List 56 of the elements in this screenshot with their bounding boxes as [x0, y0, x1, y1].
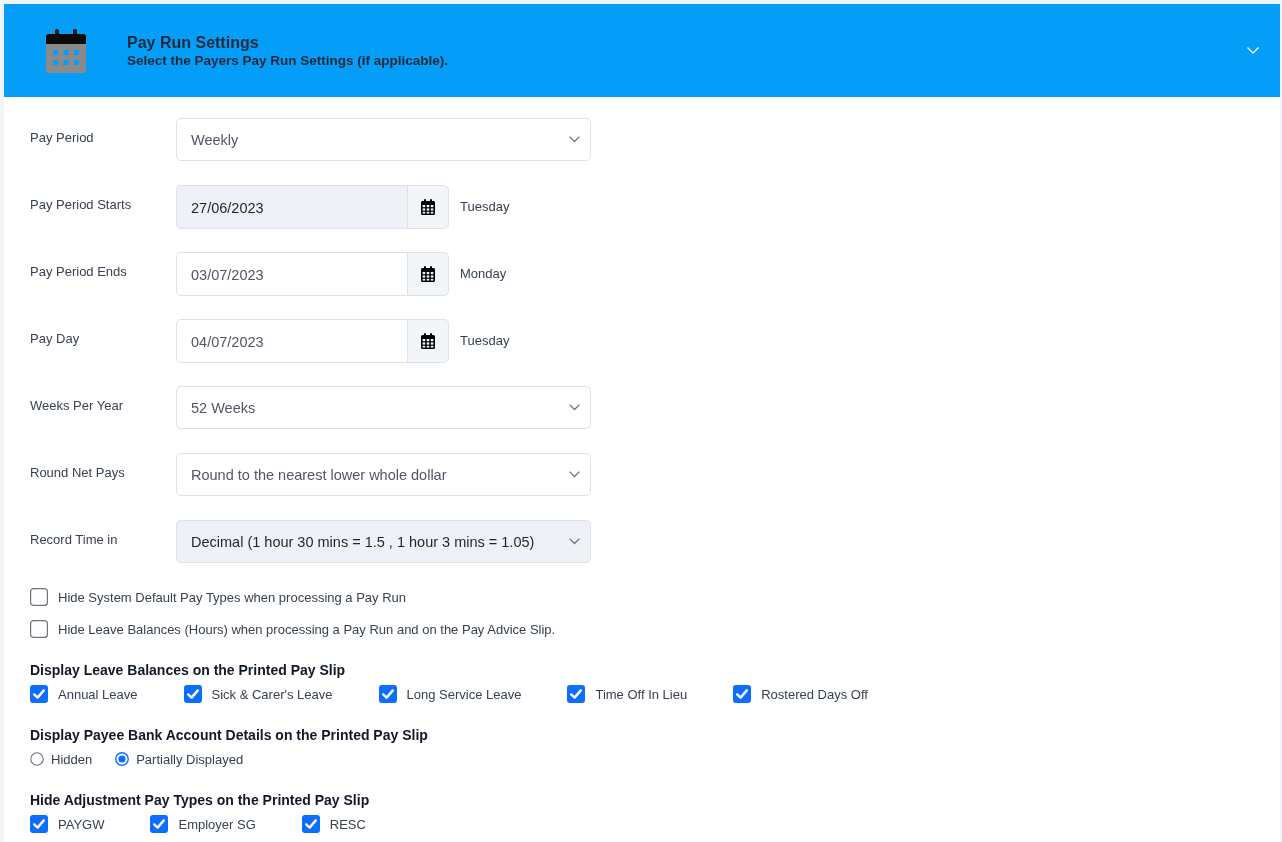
- field-label: Record Time in: [30, 532, 119, 548]
- checkbox[interactable]: [301, 815, 320, 833]
- panel-title: Pay Run Settings: [127, 33, 260, 52]
- checkbox-label: RESC: [329, 816, 366, 832]
- field-label: Pay Period: [30, 130, 95, 146]
- checkbox[interactable]: [733, 685, 752, 703]
- checkbox[interactable]: [30, 815, 48, 833]
- calendar-icon: [421, 265, 435, 282]
- checkbox[interactable]: [150, 815, 169, 833]
- checkbox[interactable]: [30, 685, 48, 703]
- checkbox-label: Long Service Leave: [406, 686, 522, 702]
- section-heading: Hide Adjustment Pay Types on the Printed Pay Slip: [30, 792, 371, 808]
- checkbox[interactable]: [378, 685, 397, 703]
- chevron-down-icon: [569, 538, 580, 545]
- date-input[interactable]: 04/07/2023: [176, 318, 407, 363]
- checkbox-label: Employer SG: [178, 816, 256, 832]
- field-label: Weeks Per Year: [30, 398, 124, 414]
- calendar-icon: [421, 198, 435, 215]
- checkbox[interactable]: [183, 685, 202, 703]
- checkbox-label: PAYGW: [58, 816, 105, 832]
- date-picker-button[interactable]: [407, 318, 449, 363]
- radio-button[interactable]: [30, 752, 44, 766]
- field-label: Round Net Pays: [30, 465, 126, 481]
- checkbox-label: Rostered Days Off: [761, 686, 868, 702]
- checkbox[interactable]: [567, 685, 586, 703]
- dropdown[interactable]: Round to the nearest lower whole dollar: [176, 453, 591, 496]
- weekday-text: Monday: [460, 266, 507, 281]
- section-heading: Display Leave Balances on the Printed Pay Slip: [30, 662, 347, 678]
- checkbox[interactable]: [30, 620, 48, 638]
- calendar-icon: [421, 332, 435, 349]
- checkbox-label: Time Off In Lieu: [595, 686, 688, 702]
- checkbox-label: Annual Leave: [58, 686, 138, 702]
- date-picker-button[interactable]: [407, 184, 449, 229]
- dropdown[interactable]: Weekly: [176, 118, 591, 161]
- radio-button[interactable]: [115, 752, 130, 766]
- chevron-down-icon[interactable]: [1247, 47, 1259, 54]
- panel-subtitle: Select the Payers Pay Run Settings (if applicable).: [127, 52, 450, 69]
- chevron-down-icon: [569, 404, 580, 411]
- date-input[interactable]: 03/07/2023: [176, 251, 407, 296]
- weekday-text: Tuesday: [460, 199, 510, 214]
- chevron-down-icon: [569, 136, 580, 143]
- field-label: Pay Period Ends: [30, 264, 128, 280]
- checkbox-label: Sick & Carer's Leave: [211, 686, 333, 702]
- field-label: Pay Period Starts: [30, 197, 133, 213]
- field-label: Pay Day: [30, 331, 81, 347]
- radio-label: Partially Displayed: [136, 751, 244, 767]
- radio-label: Hidden: [51, 751, 93, 767]
- checkbox-label: Hide System Default Pay Types when processing a Pay Run: [58, 589, 407, 605]
- section-heading: Display Payee Bank Account Details on the Printed Pay Slip: [30, 727, 429, 743]
- chevron-down-icon: [569, 471, 580, 478]
- checkbox[interactable]: [30, 588, 48, 606]
- calendar-icon: [46, 28, 86, 73]
- date-picker-button[interactable]: [407, 251, 449, 296]
- dropdown[interactable]: 52 Weeks: [176, 386, 591, 429]
- checkbox-label: Hide Leave Balances (Hours) when processing a Pay Run and on the Pay Advice Slip.: [58, 621, 556, 637]
- weekday-text: Tuesday: [460, 333, 510, 348]
